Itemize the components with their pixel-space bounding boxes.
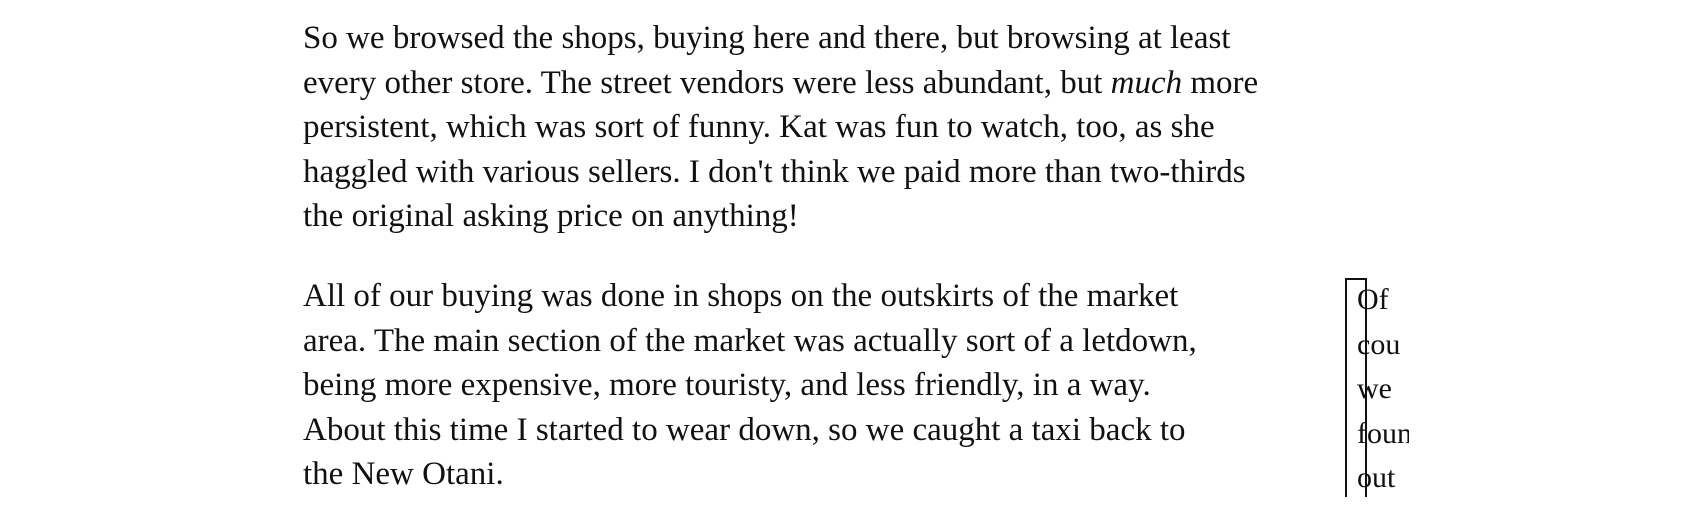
paragraph-line: haggled with various sellers. I don't th…: [303, 153, 1246, 190]
line-text: every other store. The street vendors we…: [303, 64, 1111, 101]
paragraph-market: All of our buying was done in shops on t…: [303, 274, 1197, 497]
paragraph-line: area. The main section of the market was…: [303, 322, 1197, 359]
sidenote-text: Of cou we foun out: [1357, 278, 1409, 497]
sidenote-line: we: [1357, 372, 1392, 405]
paragraph-line: the New Otani.: [303, 456, 504, 492]
sidenote-line: cou: [1357, 327, 1401, 361]
sidenote-line: Of: [1357, 283, 1389, 316]
paragraph-line: persistent, which was sort of funny. Kat…: [303, 109, 1215, 145]
paragraph-line: the original asking price on anything!: [303, 198, 799, 234]
sidenote-line: foun: [1357, 416, 1409, 450]
paragraph-line: being more expensive, more touristy, and…: [303, 367, 1151, 403]
paragraph-line: every other store. The street vendors we…: [303, 61, 1258, 106]
line-text: more: [1182, 64, 1259, 101]
paragraph-line: All of our buying was done in shops on t…: [303, 278, 1179, 314]
sidenote-box: Of cou we foun out: [1345, 278, 1409, 497]
paragraph-line: About this time I started to wear down, …: [303, 411, 1186, 448]
sidenote-line: out: [1357, 461, 1396, 494]
document-page: So we browsed the shops, buying here and…: [0, 0, 1706, 522]
emphasis-text: much: [1110, 64, 1183, 101]
paragraph-shopping: So we browsed the shops, buying here and…: [303, 16, 1258, 239]
paragraph-line: So we browsed the shops, buying here and…: [303, 20, 1231, 56]
